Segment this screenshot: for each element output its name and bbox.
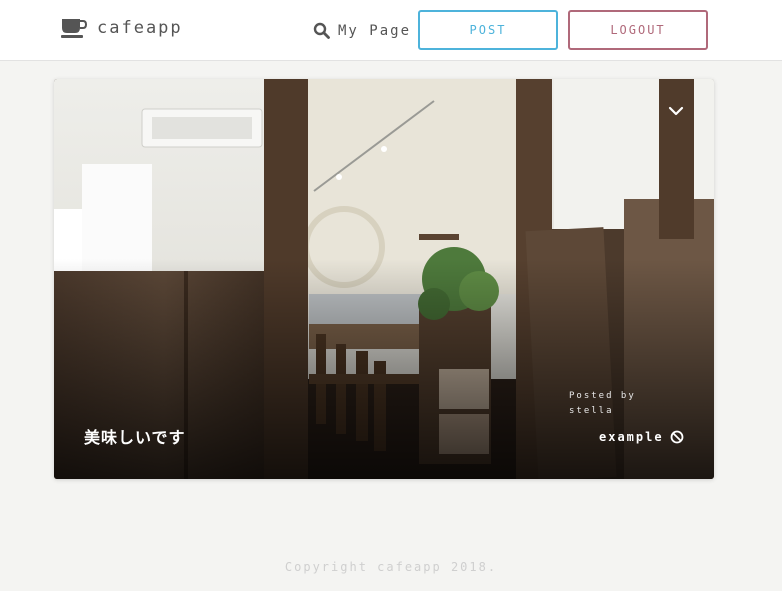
cafe-interior-photo — [54, 79, 714, 479]
posted-by-name: stella — [569, 406, 614, 416]
top-navbar: cafeapp My Page POST LOGOUT — [0, 0, 782, 61]
author-link[interactable]: example — [599, 430, 684, 444]
brand-logo[interactable]: cafeapp — [61, 18, 183, 38]
footer-copyright: Copyright cafeapp 2018. — [284, 560, 498, 574]
brand-name: cafeapp — [97, 18, 183, 38]
block-icon — [670, 430, 683, 444]
post-card[interactable]: 美味しいです Posted by stella example — [54, 79, 714, 479]
posted-by-label: Posted by — [569, 391, 636, 401]
post-button[interactable]: POST — [418, 10, 558, 50]
author-link-label: example — [599, 430, 664, 444]
coffee-cup-icon — [61, 19, 87, 38]
my-page-label: My Page — [338, 22, 412, 39]
search-icon — [313, 22, 330, 39]
my-page-link[interactable]: My Page — [313, 22, 411, 39]
post-title: 美味しいです — [84, 428, 186, 447]
logout-button[interactable]: LOGOUT — [568, 10, 708, 50]
posted-by: Posted by stella — [569, 389, 636, 419]
chevron-down-icon[interactable] — [668, 105, 684, 117]
